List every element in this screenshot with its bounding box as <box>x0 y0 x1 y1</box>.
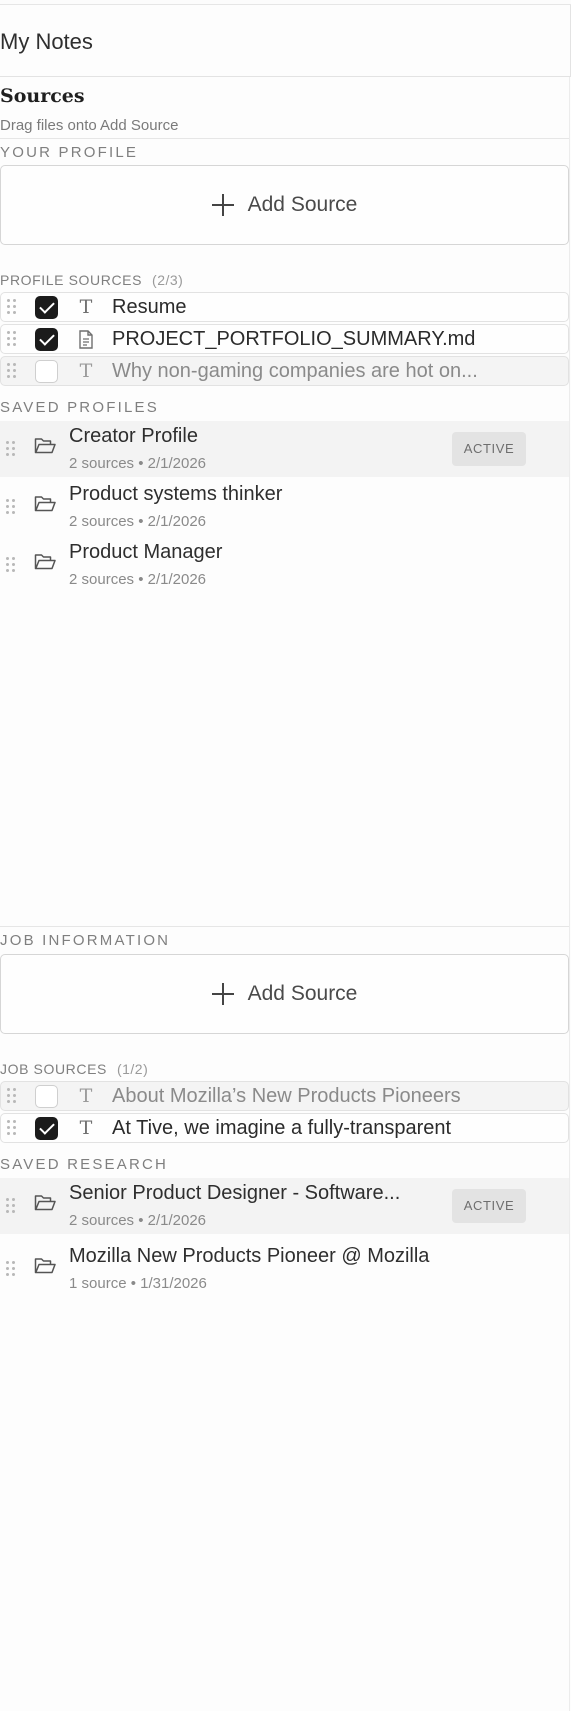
job-information-label: JOB INFORMATION <box>0 932 171 949</box>
plus-icon <box>211 983 234 1005</box>
saved-profile-meta: 2 sources • 2/1/2026 <box>69 571 207 588</box>
profile-add-source-button[interactable]: Add Source <box>0 165 569 245</box>
profile-source-row[interactable]: T Why non-gaming companies are hot on... <box>0 356 569 386</box>
saved-profiles-label: SAVED PROFILES <box>0 399 159 416</box>
saved-profile-item[interactable]: Product systems thinker 2 sources • 2/1/… <box>0 479 569 535</box>
source-label: Resume <box>112 296 187 318</box>
saved-profile-meta: 2 sources • 2/1/2026 <box>69 513 207 530</box>
text-icon: T <box>79 360 93 382</box>
saved-research-meta: 1 source • 1/31/2026 <box>69 1275 207 1292</box>
drag-handle-icon[interactable] <box>7 299 17 315</box>
source-checkbox[interactable] <box>35 328 58 351</box>
plus-icon <box>211 194 234 216</box>
active-badge: ACTIVE <box>452 432 526 466</box>
drag-handle-icon[interactable] <box>7 331 17 347</box>
drag-handle-icon[interactable] <box>6 1198 16 1214</box>
job-source-row[interactable]: T About Mozilla’s New Products Pioneers <box>0 1081 569 1111</box>
folder-icon <box>34 553 56 576</box>
profile-source-row[interactable]: PROJECT_PORTFOLIO_SUMMARY.md <box>0 324 569 354</box>
drag-handle-icon[interactable] <box>7 1088 17 1104</box>
drag-handle-icon[interactable] <box>7 1120 17 1136</box>
saved-profile-item[interactable]: Product Manager 2 sources • 2/1/2026 <box>0 537 569 593</box>
source-label: Why non-gaming companies are hot on... <box>112 360 478 382</box>
drag-handle-icon[interactable] <box>6 499 16 515</box>
text-icon: T <box>79 296 93 318</box>
drag-handle-icon[interactable] <box>6 1261 16 1277</box>
divider <box>0 926 569 927</box>
saved-profile-item[interactable]: Creator Profile 2 sources • 2/1/2026 ACT… <box>0 421 569 477</box>
saved-profile-name: Product Manager <box>69 541 223 563</box>
saved-research-item[interactable]: Senior Product Designer - Software... 2 … <box>0 1178 569 1234</box>
text-icon: T <box>79 1117 93 1139</box>
sources-subtitle: Drag files onto Add Source <box>0 117 179 134</box>
job-source-row[interactable]: T At Tive, we imagine a fully-transparen… <box>0 1113 569 1143</box>
folder-icon <box>34 437 56 460</box>
saved-research-item[interactable]: Mozilla New Products Pioneer @ Mozilla 1… <box>0 1241 569 1297</box>
your-profile-label: YOUR PROFILE <box>0 144 139 161</box>
source-label: About Mozilla’s New Products Pioneers <box>112 1085 461 1107</box>
saved-profile-name: Creator Profile <box>69 425 198 447</box>
document-icon <box>78 330 94 354</box>
drag-handle-icon[interactable] <box>7 363 17 379</box>
saved-profile-meta: 2 sources • 2/1/2026 <box>69 455 207 472</box>
source-checkbox[interactable] <box>35 1085 58 1108</box>
saved-research-meta: 2 sources • 2/1/2026 <box>69 1212 207 1229</box>
job-add-source-button[interactable]: Add Source <box>0 954 569 1034</box>
source-checkbox[interactable] <box>35 1117 58 1140</box>
panel-right-border <box>569 77 570 1711</box>
drag-handle-icon[interactable] <box>6 441 16 457</box>
divider <box>0 138 569 139</box>
source-label: At Tive, we imagine a fully-transparent <box>112 1117 452 1139</box>
panel-header: My Notes <box>0 5 571 77</box>
notes-panel: My Notes Sources Drag files onto Add Sou… <box>0 4 571 1711</box>
saved-research-name: Mozilla New Products Pioneer @ Mozilla <box>69 1245 430 1267</box>
folder-icon <box>34 1257 56 1280</box>
source-checkbox[interactable] <box>35 296 58 319</box>
folder-icon <box>34 1194 56 1217</box>
profile-sources-title: PROFILE SOURCES <box>0 272 143 288</box>
saved-research-name: Senior Product Designer - Software... <box>69 1182 401 1204</box>
profile-source-row[interactable]: T Resume <box>0 292 569 322</box>
add-source-label: Add Source <box>247 193 358 216</box>
folder-icon <box>34 495 56 518</box>
source-label: PROJECT_PORTFOLIO_SUMMARY.md <box>112 328 476 350</box>
saved-research-label: SAVED RESEARCH <box>0 1156 169 1173</box>
saved-profile-name: Product systems thinker <box>69 483 283 505</box>
profile-sources-label: PROFILE SOURCES (2/3) <box>0 272 183 288</box>
job-sources-label: JOB SOURCES (1/2) <box>0 1061 148 1077</box>
add-source-label: Add Source <box>247 982 358 1005</box>
profile-sources-count: (2/3) <box>152 272 184 288</box>
active-badge: ACTIVE <box>452 1189 526 1223</box>
app-title: My Notes <box>0 29 93 54</box>
job-sources-count: (1/2) <box>116 1061 149 1077</box>
job-sources-title: JOB SOURCES <box>0 1061 107 1077</box>
sources-heading: Sources <box>0 85 85 107</box>
drag-handle-icon[interactable] <box>6 557 16 573</box>
text-icon: T <box>79 1085 93 1107</box>
source-checkbox[interactable] <box>35 360 58 383</box>
